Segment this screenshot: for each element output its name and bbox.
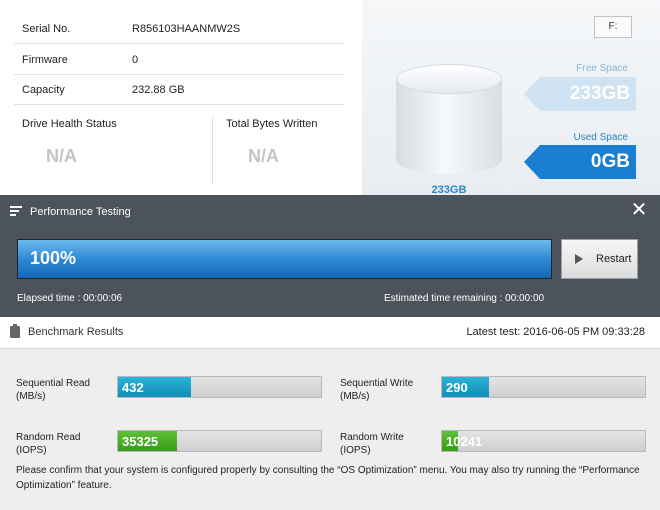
drive-health-value: N/A: [46, 146, 77, 166]
benchmark-header: Benchmark Results Latest test: 2016-06-0…: [0, 317, 660, 349]
restart-button[interactable]: Restart: [561, 239, 638, 279]
sequential-write-value: 290: [446, 380, 468, 395]
capacity-value: 232.88 GB: [132, 84, 185, 96]
random-write-label: Random Write (IOPS): [340, 432, 404, 456]
close-icon[interactable]: ✕: [630, 200, 648, 220]
serial-value: R856103HAANMW2S: [132, 23, 241, 35]
firmware-label: Firmware: [22, 54, 68, 66]
elapsed-time: Elapsed time : 00:00:06: [17, 293, 123, 304]
serial-label: Serial No.: [22, 23, 71, 35]
drive-cylinder-graphic: [396, 64, 502, 188]
capacity-label: Capacity: [22, 84, 65, 96]
total-bytes-value: N/A: [248, 146, 279, 166]
clipboard-icon: [10, 324, 20, 338]
sequential-read-value: 432: [122, 380, 144, 395]
latest-test: Latest test: 2016-06-05 PM 09:33:28: [466, 326, 645, 338]
used-space-value: 0GB: [524, 145, 636, 179]
random-read-value: 35325: [122, 434, 159, 449]
benchmark-title: Benchmark Results: [28, 326, 124, 338]
random-read-label: Random Read (IOPS): [16, 432, 81, 456]
drive-select-button[interactable]: F:: [594, 16, 632, 38]
firmware-value: 0: [132, 54, 139, 66]
sequential-write-label: Sequential Write (MB/s): [340, 378, 414, 402]
performance-title: Performance Testing: [30, 206, 131, 218]
drive-health-label: Drive Health Status: [22, 118, 117, 130]
space-panel: F: 233GB Free Space 233GB Used Space 0GB: [362, 0, 660, 196]
progress-fill: [18, 240, 551, 278]
capacity-row: Capacity 232.88 GB: [14, 75, 344, 105]
random-read-bar: 35325: [117, 430, 322, 452]
drive-health-block: Drive Health Status N/A: [14, 110, 212, 190]
used-space-label: Used Space: [573, 132, 628, 143]
serial-row: Serial No. R856103HAANMW2S: [14, 14, 344, 44]
drive-info-section: Serial No. R856103HAANMW2S Firmware 0 Ca…: [0, 0, 660, 196]
progress-percent: 100%: [30, 248, 77, 268]
divider: [212, 116, 213, 184]
free-space-label: Free Space: [576, 63, 628, 74]
sequential-read-bar: 432: [117, 376, 322, 398]
play-icon: [575, 254, 583, 264]
total-bytes-label: Total Bytes Written: [226, 118, 318, 130]
optimization-note: Please confirm that your system is confi…: [16, 465, 640, 491]
firmware-row: Firmware 0: [14, 45, 344, 75]
estimated-remaining: Estimated time remaining : 00:00:00: [384, 293, 545, 304]
random-write-value: 10241: [446, 434, 483, 449]
performance-testing-panel: Performance Testing ✕ 100% Restart Elaps…: [0, 195, 660, 317]
restart-label: Restart: [596, 253, 632, 265]
menu-icon: [10, 206, 22, 217]
sequential-write-bar: 290: [441, 376, 646, 398]
total-bytes-block: Total Bytes Written N/A: [218, 110, 348, 190]
free-space-value: 233GB: [524, 77, 636, 111]
sequential-read-label: Sequential Read (MB/s): [16, 378, 90, 402]
random-write-bar: 10241: [441, 430, 646, 452]
progress-bar: 100%: [17, 239, 552, 279]
